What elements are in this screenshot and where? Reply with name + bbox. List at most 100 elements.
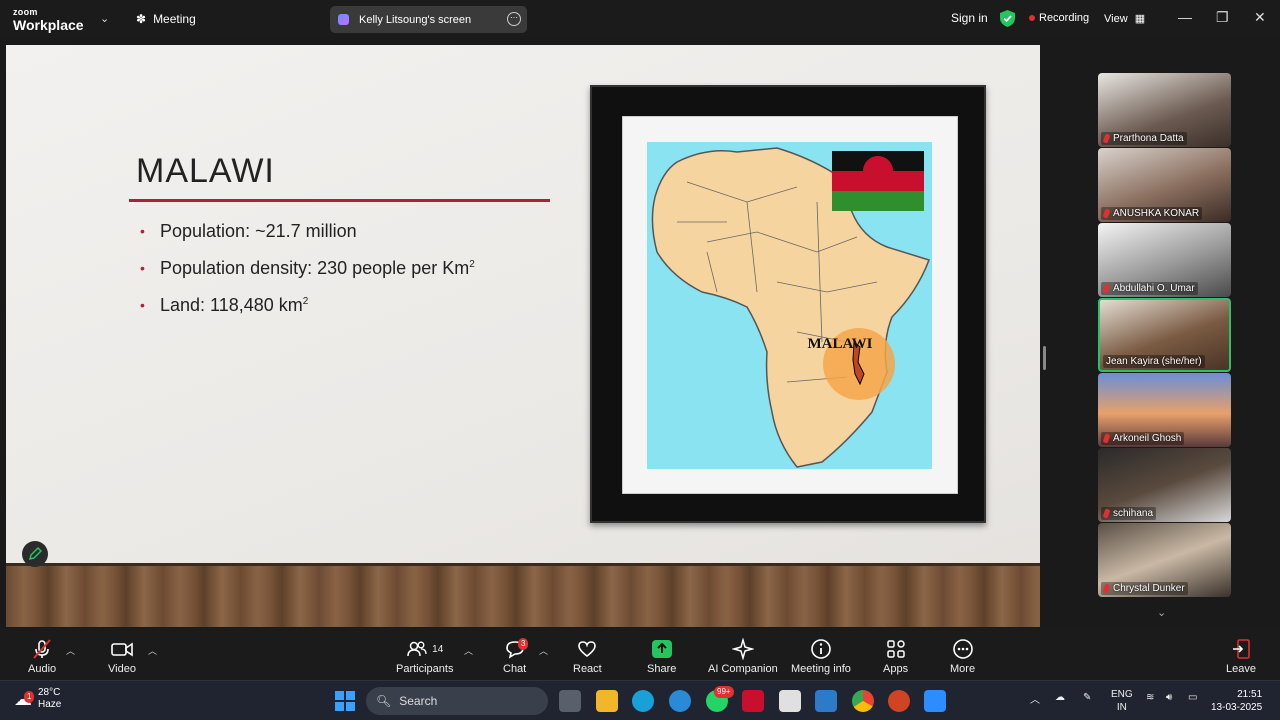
mic-muted-icon [1102,583,1111,594]
title-bar: zoom Workplace ⌄ ✽ Meeting Kelly Litsoun… [0,0,1280,38]
meeting-menu[interactable]: ✽ Meeting [136,12,196,26]
info-icon [810,638,832,660]
zoom-icon[interactable] [924,690,946,712]
task-view-icon[interactable] [559,690,581,712]
powerpoint-icon[interactable] [888,690,910,712]
more-dots-icon [952,638,974,660]
malawi-flag [832,151,924,211]
wood-floor [6,563,1040,627]
onedrive-icon[interactable]: ☁ [1055,692,1065,703]
bullet-item: • Population: ~21.7 million [140,221,357,241]
apps-icon [885,638,907,660]
participants-icon: 14 [406,638,443,660]
video-camera-icon [110,638,134,660]
panel-resize-handle[interactable] [1043,346,1046,370]
recording-dot-icon [1029,15,1035,21]
recording-indicator[interactable]: Recording [1029,12,1089,24]
bullet-item: • Land: 118,480 km2 [140,295,309,315]
mcafee-icon[interactable] [742,690,764,712]
leave-button[interactable]: Leave [1226,638,1256,675]
windows-taskbar: ☁ 1 28°C Haze 🔍︎ Search 99+ ︿ ☁ ✎ ENG IN… [0,680,1280,720]
weather-haze-icon: ☁ 1 [14,690,35,708]
map-label: MALAWI [807,336,872,352]
mysql-icon[interactable] [815,690,837,712]
frame-mat: MALAWI [622,116,958,494]
leave-door-icon [1230,638,1252,660]
language-indicator[interactable]: ENG IN [1111,688,1133,714]
view-button[interactable]: View ▦ [1104,12,1145,25]
paw-icon: ✽ [136,12,147,26]
chrome-icon[interactable] [852,690,874,712]
maximize-icon[interactable]: ❐ [1216,9,1229,26]
whatsapp-icon[interactable]: 99+ [706,686,734,712]
annotate-button[interactable] [22,541,48,567]
participant-tile[interactable]: ANUSHKA KONAR [1098,148,1231,222]
shared-screen-pill[interactable]: Kelly Litsoung's screen ··· [330,6,527,33]
sparkle-icon [731,638,754,660]
mic-muted-icon [1102,508,1111,519]
chat-caret-icon[interactable]: ︿ [539,644,548,657]
ai-companion-button[interactable]: AI Companion [708,638,778,675]
wifi-icon[interactable]: ≋ [1146,692,1154,703]
share-screen-icon [651,638,673,660]
bullet-icon: • [140,297,145,313]
apps-button[interactable]: Apps [883,638,908,675]
bullet-icon: • [140,223,145,239]
battery-icon[interactable]: ▭ [1188,692,1197,703]
bullet-item: • Population density: 230 people per Km2 [140,258,475,278]
bullet-list: • Population: ~21.7 million • Population d… [140,221,475,332]
chevron-down-icon[interactable]: ⌄ [100,12,109,25]
sign-in-button[interactable]: Sign in [951,11,988,25]
store-icon[interactable] [779,690,801,712]
windows-start-icon[interactable] [334,690,356,712]
participant-tile[interactable]: Abdullahi O. Umar [1098,223,1231,297]
search-icon: 🔍︎ [376,694,392,708]
picture-frame: MALAWI [590,85,986,523]
mic-muted-icon [1102,208,1111,219]
chat-badge: 3 [518,638,529,650]
video-button[interactable]: Video [108,638,136,675]
mic-muted-icon [1102,283,1111,294]
edge-browser-icon[interactable] [632,690,654,712]
scroll-down-chevron-icon[interactable]: ⌄ [1157,606,1166,619]
weather-widget[interactable]: ☁ 1 28°C Haze [14,687,61,711]
screen-share-icon [338,14,349,25]
system-clock[interactable]: 21:51 13-03-2025 [1211,688,1262,714]
grid-icon: ▦ [1134,13,1146,25]
meeting-toolbar: Audio ︿ Video ︿ 14 Participants ︿ Chat 3… [0,628,1280,680]
tray-overflow-chevron-icon[interactable]: ︿ [1030,691,1040,706]
title-divider [129,199,550,202]
minimize-icon[interactable]: — [1178,9,1192,25]
meeting-info-button[interactable]: Meeting info [791,638,851,675]
africa-map: MALAWI [647,142,932,469]
participants-button[interactable]: 14 Participants [396,638,453,675]
shared-screen: MALAWI • Population: ~21.7 million • Popul… [6,45,1040,627]
shield-check-icon[interactable] [1000,10,1015,27]
audio-options-caret-icon[interactable]: ︿ [66,644,75,657]
bullet-icon: • [140,260,145,276]
participant-tile[interactable]: Arkoneil Ghosh [1098,373,1231,447]
react-button[interactable]: React [573,638,602,675]
pen-icon[interactable]: ✎ [1083,692,1091,703]
browser-icon[interactable] [669,690,691,712]
close-icon[interactable]: ✕ [1254,9,1266,26]
slide-title: MALAWI [136,152,275,190]
participant-tile[interactable]: Prarthona Datta [1098,73,1231,147]
participant-tile-active[interactable]: Jean Kayira (she/her) [1098,298,1231,372]
participant-tile[interactable]: schihana [1098,448,1231,522]
more-options-icon[interactable]: ··· [507,12,521,26]
participant-tile[interactable]: Chrystal Dunker [1098,523,1231,597]
share-button[interactable]: Share [647,638,676,675]
africa-map-image: MALAWI [651,147,930,468]
audio-button[interactable]: Audio [28,638,56,675]
mic-muted-icon [31,638,53,660]
video-options-caret-icon[interactable]: ︿ [148,644,157,657]
participants-caret-icon[interactable]: ︿ [464,644,473,657]
mic-muted-icon [1102,433,1111,444]
taskbar-search[interactable]: 🔍︎ Search [366,687,548,715]
zoom-logo: zoom Workplace [13,7,84,33]
volume-icon[interactable]: 🔊︎ [1166,692,1172,703]
mic-muted-icon [1102,133,1111,144]
file-explorer-icon[interactable] [596,690,618,712]
more-button[interactable]: More [950,638,975,675]
